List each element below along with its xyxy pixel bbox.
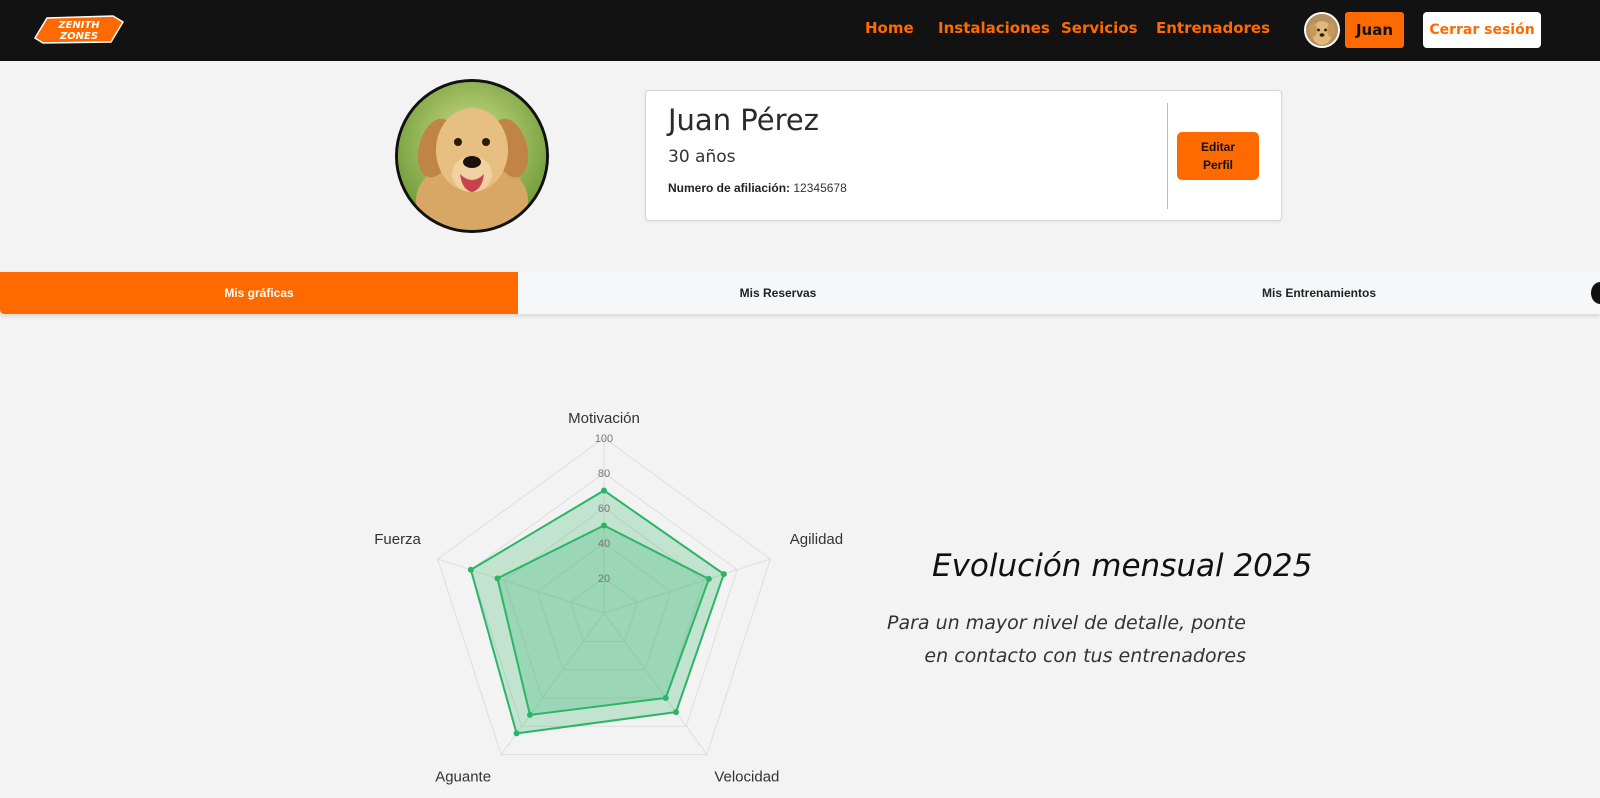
series-1-point-2 [662, 694, 669, 701]
card-divider [1167, 103, 1168, 209]
affiliation-info: Numero de afiliación: 12345678 [668, 181, 847, 195]
axis-label-1: Agilidad [790, 531, 843, 548]
series-1-point-3 [526, 711, 533, 718]
tick-label-40: 40 [598, 538, 610, 550]
series-1-point-1 [705, 575, 712, 582]
user-avatar[interactable] [1304, 12, 1340, 48]
evolution-description: Para un mayor nivel de detalle, ponte en… [846, 607, 1246, 673]
edit-profile-button[interactable]: Editar Perfil [1177, 132, 1259, 180]
evolution-text: Para un mayor nivel de detalle, ponte en… [887, 612, 1246, 667]
nav-link-home[interactable]: Home [865, 19, 914, 37]
axis-label-0: Motivación [568, 410, 640, 427]
series-0-point-2 [673, 709, 680, 716]
tick-label-100: 100 [595, 433, 613, 445]
svg-text:ZONES: ZONES [59, 31, 98, 42]
tick-label-20: 20 [598, 573, 610, 585]
zenith-zones-logo[interactable]: ZENITH ZONES [33, 12, 125, 46]
axis-label-4: Fuerza [374, 531, 421, 548]
nav-link-instalaciones[interactable]: Instalaciones [938, 19, 1050, 37]
axis-label-3: Aguante [435, 769, 491, 786]
series-1-point-0 [601, 522, 607, 529]
axis-label-2: Velocidad [714, 769, 779, 786]
series-0-point-3 [513, 730, 520, 737]
profile-age: 30 años [668, 147, 736, 167]
profile-card: Juan Pérez 30 años Numero de afiliación:… [645, 90, 1282, 221]
tab-mis-reservas[interactable]: Mis Reservas [518, 272, 1038, 314]
affiliation-number: 12345678 [793, 181, 847, 195]
logout-button[interactable]: Cerrar sesión [1423, 12, 1541, 48]
series-1-point-4 [494, 575, 501, 582]
series-0-point-1 [720, 571, 727, 578]
svg-text:ZENITH: ZENITH [57, 20, 100, 31]
series-0-point-0 [601, 487, 607, 494]
tick-label-60: 60 [598, 503, 610, 515]
profile-tabs: Mis gráficas Mis Reservas Mis Entrenamie… [0, 272, 1600, 314]
profile-name: Juan Pérez [668, 103, 819, 137]
tick-label-80: 80 [598, 468, 610, 480]
nav-link-servicios[interactable]: Servicios [1061, 19, 1138, 37]
top-navbar: ZENITH ZONES Home Instalaciones Servicio… [0, 0, 1600, 61]
tab-mis-graficas[interactable]: Mis gráficas [0, 272, 518, 314]
user-menu-button[interactable]: Juan [1345, 12, 1404, 48]
radar-chart: 20 40 60 80 100 Motivación Agilidad Velocidad Ag… [374, 410, 843, 786]
affiliation-label: Numero de afiliación: [668, 181, 791, 195]
series-0-point-4 [467, 566, 474, 573]
tab-mis-entrenamientos[interactable]: Mis Entrenamientos [1038, 272, 1600, 314]
evolution-title: Evolución mensual 2025 [932, 548, 1313, 584]
nav-link-entrenadores[interactable]: Entrenadores [1156, 19, 1270, 37]
profile-photo [395, 79, 549, 233]
